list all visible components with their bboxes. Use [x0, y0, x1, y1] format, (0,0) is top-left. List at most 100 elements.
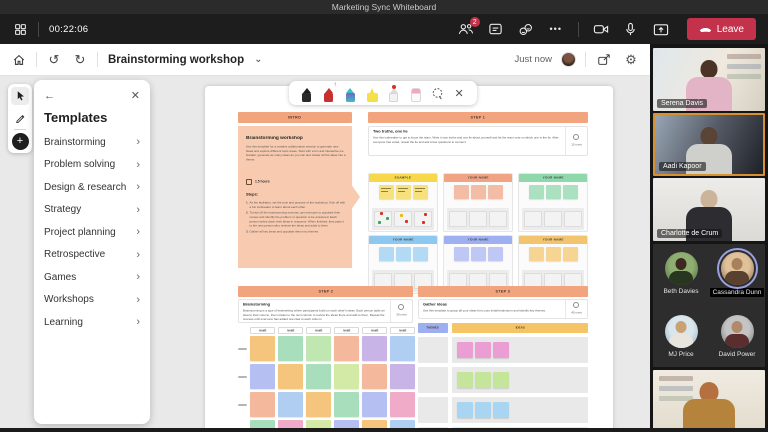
- sticky-note[interactable]: [471, 247, 486, 261]
- vote-zone[interactable]: [447, 208, 509, 230]
- template-category-strategy[interactable]: Strategy›: [44, 199, 140, 222]
- more-options-icon[interactable]: •••: [548, 21, 564, 37]
- ideas-row[interactable]: [452, 397, 588, 423]
- chevron-down-icon[interactable]: ⌄: [254, 54, 262, 65]
- sticky-note[interactable]: [306, 364, 331, 389]
- theme-cell[interactable]: [418, 337, 448, 363]
- theme-cell[interactable]: [418, 397, 448, 423]
- home-icon[interactable]: [10, 51, 28, 69]
- step2-section[interactable]: STEP 2 Brainstorming Brainstorming is a …: [238, 286, 413, 432]
- close-icon[interactable]: ✕: [131, 89, 140, 102]
- sticky-note[interactable]: [396, 185, 411, 199]
- undo-icon[interactable]: ↺: [45, 51, 63, 69]
- audio-participants-tile[interactable]: Beth Davies Cassandra Dunn MJ Price Davi…: [653, 244, 765, 368]
- sticky-note[interactable]: [457, 372, 473, 388]
- template-category-retrospective[interactable]: Retrospective›: [44, 244, 140, 267]
- step3-section[interactable]: STEP 3 Gather ideas Use this template to…: [418, 286, 588, 432]
- sticky-note[interactable]: [563, 247, 578, 261]
- sticky-note[interactable]: [306, 392, 331, 417]
- vote-zone[interactable]: [372, 208, 434, 230]
- vote-cell[interactable]: [394, 211, 412, 227]
- sticky-note[interactable]: [546, 247, 561, 261]
- template-category-learning[interactable]: Learning›: [44, 311, 140, 334]
- template-category-games[interactable]: Games›: [44, 266, 140, 289]
- sticky-note[interactable]: [362, 336, 387, 361]
- sticky-note[interactable]: [362, 392, 387, 417]
- add-content-button[interactable]: +: [12, 133, 29, 150]
- settings-gear-icon[interactable]: ⚙: [622, 51, 640, 69]
- step1-info-box[interactable]: Two truths, one lie Use this icebreaker …: [368, 126, 588, 156]
- vote-cell[interactable]: [374, 211, 392, 227]
- participants-icon[interactable]: 2: [458, 21, 474, 37]
- sticky-note[interactable]: [278, 364, 303, 389]
- audio-participant-cassandra-speaking[interactable]: Cassandra Dunn: [709, 252, 765, 306]
- sticky-note[interactable]: [396, 247, 411, 261]
- sticky-note[interactable]: [334, 392, 359, 417]
- step3-info-box[interactable]: Gather ideas Use this template to group …: [418, 299, 588, 319]
- sticky-note[interactable]: [362, 364, 387, 389]
- sticky-note[interactable]: [546, 185, 561, 199]
- sticky-note[interactable]: [457, 342, 473, 358]
- black-pen-icon[interactable]: [299, 84, 315, 102]
- video-tile-aadi-active-speaker[interactable]: Aadi Kapoor: [653, 113, 765, 176]
- sticky-note[interactable]: [334, 364, 359, 389]
- audio-participant-beth[interactable]: Beth Davies: [653, 252, 709, 306]
- icebreaker-card-example[interactable]: EXAMPLE Vote on which one you think is t…: [368, 173, 438, 232]
- vote-cell[interactable]: [414, 211, 432, 227]
- icebreaker-card[interactable]: YOUR NAME Vote on which one you think is…: [518, 173, 588, 232]
- red-arrow-pen-icon[interactable]: ↑: [321, 84, 337, 102]
- sticky-note[interactable]: [250, 364, 275, 389]
- sticky-note[interactable]: [457, 402, 473, 418]
- sticky-note[interactable]: [493, 342, 509, 358]
- board-title[interactable]: Brainstorming workshop: [108, 54, 244, 66]
- template-category-brainstorming[interactable]: Brainstorming›: [44, 131, 140, 154]
- leave-button[interactable]: Leave: [687, 18, 756, 40]
- sticky-note[interactable]: [471, 185, 486, 199]
- redo-icon[interactable]: ↻: [71, 51, 89, 69]
- mic-icon[interactable]: [623, 21, 639, 37]
- sticky-note[interactable]: [475, 372, 491, 388]
- eraser-icon[interactable]: [408, 84, 424, 102]
- sticky-note[interactable]: [529, 185, 544, 199]
- share-board-icon[interactable]: [595, 51, 613, 69]
- sticky-note[interactable]: [390, 364, 415, 389]
- lasso-select-icon[interactable]: [429, 84, 445, 102]
- step1-section[interactable]: STEP 1 Two truths, one lie Use this iceb…: [368, 112, 588, 123]
- pen-tool-icon[interactable]: [11, 108, 29, 126]
- template-category-workshops[interactable]: Workshops›: [44, 289, 140, 312]
- sticky-note[interactable]: [334, 336, 359, 361]
- template-category-problem-solving[interactable]: Problem solving›: [44, 154, 140, 177]
- sticky-note[interactable]: [390, 392, 415, 417]
- sticky-note[interactable]: [278, 392, 303, 417]
- sticky-note[interactable]: [475, 402, 491, 418]
- select-tool-icon[interactable]: [11, 87, 29, 105]
- sticky-note[interactable]: [454, 185, 469, 199]
- laser-pointer-icon[interactable]: [386, 84, 402, 102]
- sticky-note[interactable]: [563, 185, 578, 199]
- sticky-note[interactable]: [488, 185, 503, 199]
- sticky-note[interactable]: [475, 342, 491, 358]
- camera-icon[interactable]: [593, 21, 609, 37]
- chat-icon[interactable]: [488, 21, 504, 37]
- back-arrow-icon[interactable]: ←: [44, 90, 55, 102]
- video-tile-serena[interactable]: Serena Davis: [653, 48, 765, 111]
- apps-grid-icon[interactable]: [12, 21, 28, 37]
- video-tile-bottom[interactable]: [653, 370, 765, 432]
- highlighter-icon[interactable]: [364, 84, 380, 102]
- sticky-note[interactable]: [413, 247, 428, 261]
- sticky-note[interactable]: [454, 247, 469, 261]
- galaxy-pen-icon[interactable]: [342, 84, 358, 102]
- sticky-note[interactable]: [250, 336, 275, 361]
- audio-participant-mj[interactable]: MJ Price: [653, 315, 709, 367]
- sticky-note[interactable]: [278, 336, 303, 361]
- template-category-design-research[interactable]: Design & research›: [44, 176, 140, 199]
- ideas-row[interactable]: [452, 337, 588, 363]
- sticky-note[interactable]: [529, 247, 544, 261]
- board-page[interactable]: INTRO Brainstorming workshop Use this te…: [205, 86, 613, 432]
- sticky-note[interactable]: [488, 247, 503, 261]
- sticky-note[interactable]: [413, 185, 428, 199]
- whiteboard-canvas[interactable]: INTRO Brainstorming workshop Use this te…: [0, 76, 650, 432]
- intro-section[interactable]: INTRO Brainstorming workshop Use this te…: [238, 112, 352, 123]
- video-tile-charlotte[interactable]: Charlotte de Crum: [653, 178, 765, 241]
- audio-participant-david[interactable]: David Power: [709, 315, 765, 367]
